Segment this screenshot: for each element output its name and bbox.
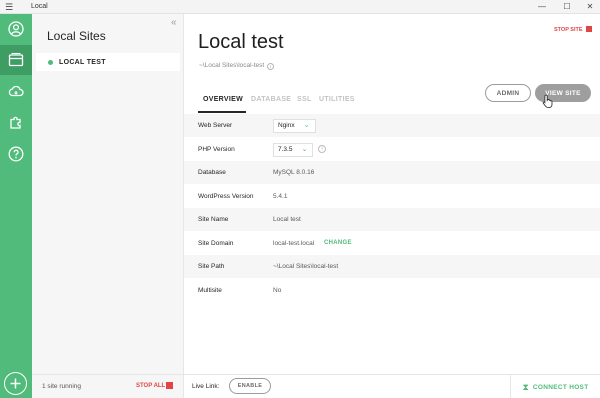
sites-panel: « Local Sites LOCAL TEST 1 site running … — [32, 14, 184, 398]
cloud-icon — [8, 85, 24, 97]
wordpress-version-value: 5.4.1 — [273, 192, 288, 200]
detail-row-site-domain: Site Domain local-test.local CHANGE — [184, 232, 600, 255]
site-path-text: ~\Local Sites\local-test — [199, 62, 265, 69]
web-server-label: Web Server — [198, 122, 233, 129]
site-path-label: Site Path — [198, 263, 225, 270]
collapse-sidebar-icon[interactable]: « — [171, 17, 177, 28]
close-button[interactable]: ✕ — [578, 0, 600, 14]
sites-button[interactable] — [0, 45, 32, 75]
add-site-button[interactable] — [4, 372, 27, 395]
php-version-value: 7.3.5 — [278, 145, 293, 153]
multisite-label: Multisite — [198, 286, 222, 294]
wordpress-version-label: WordPress Version — [198, 192, 254, 200]
change-domain-link[interactable]: CHANGE — [324, 240, 352, 246]
detail-row-php-version: PHP Version 7.3.5 ⌄ i — [184, 138, 600, 161]
site-path-subtitle: ~\Local Sites\local-test i — [199, 62, 275, 70]
connect-host-button[interactable]: ⧗ CONNECT HOST — [510, 375, 600, 398]
site-status-dot — [48, 59, 53, 65]
nav-rail — [0, 14, 32, 398]
web-server-select[interactable]: Nginx ⌄ — [273, 119, 316, 133]
hamburger-icon[interactable]: ☰ — [5, 1, 13, 13]
tab-overview[interactable]: OVERVIEW — [203, 96, 243, 103]
title-bar: ☰ Local — ☐ ✕ — [0, 0, 600, 14]
detail-row-site-name: Site Name Local test — [184, 208, 600, 232]
detail-row-web-server: Web Server Nginx ⌄ — [184, 114, 600, 138]
tab-utilities[interactable]: UTILITIES — [319, 96, 355, 103]
help-button[interactable] — [0, 139, 32, 169]
php-version-select[interactable]: 7.3.5 ⌄ — [273, 142, 314, 157]
chevron-down-icon: ⌄ — [301, 145, 308, 153]
site-domain-value: local-test.local — [273, 239, 315, 247]
user-icon — [8, 21, 24, 37]
sites-icon — [8, 52, 24, 67]
connect-host-label: CONNECT HOST — [532, 383, 589, 391]
site-title: Local test — [198, 31, 284, 53]
multisite-value: No — [273, 286, 282, 294]
stop-site-button[interactable]: STOP SITE — [554, 27, 583, 33]
help-icon — [8, 146, 24, 162]
tab-ssl[interactable]: SSL — [297, 96, 312, 103]
site-name-value: Local test — [273, 216, 301, 223]
database-value: MySQL 8.0.16 — [273, 169, 315, 176]
info-icon[interactable]: i — [267, 63, 275, 70]
pointer-cursor-icon — [542, 94, 553, 108]
plus-icon — [10, 378, 21, 389]
site-domain-label: Site Domain — [198, 239, 234, 247]
php-version-label: PHP Version — [198, 145, 235, 153]
active-tab-indicator — [198, 111, 246, 113]
info-icon[interactable]: i — [318, 144, 326, 153]
site-list-item-name: LOCAL TEST — [59, 58, 106, 66]
detail-row-wordpress-version: WordPress Version 5.4.1 — [184, 185, 600, 208]
detail-row-multisite: Multisite No — [184, 279, 600, 302]
cloud-button[interactable] — [0, 76, 32, 106]
site-details-table: Web Server Nginx ⌄ PHP Version 7.3.5 ⌄ i… — [184, 114, 600, 302]
stop-all-button[interactable]: STOP ALL — [136, 383, 165, 389]
web-server-value: Nginx — [278, 122, 295, 129]
running-count: 1 site running — [42, 383, 82, 390]
minimize-button[interactable]: — — [530, 0, 554, 14]
addons-icon — [10, 116, 21, 129]
tab-database[interactable]: DATABASE — [251, 96, 291, 103]
window-title: Local — [31, 3, 48, 10]
database-label: Database — [198, 169, 226, 176]
live-link-label: Live Link: — [192, 383, 220, 390]
addons-button[interactable] — [0, 107, 32, 137]
site-list-item[interactable]: LOCAL TEST — [36, 53, 180, 71]
stop-all-icon[interactable] — [166, 382, 173, 389]
sites-heading: Local Sites — [47, 29, 106, 43]
hourglass-icon: ⧗ — [522, 381, 529, 392]
admin-button[interactable]: ADMIN — [485, 84, 531, 102]
stop-site-icon[interactable] — [586, 26, 592, 32]
user-button[interactable] — [0, 14, 32, 44]
detail-row-site-path: Site Path ~\Local Sites\local-test — [184, 255, 600, 279]
chevron-down-icon: ⌄ — [303, 122, 310, 129]
detail-row-database: Database MySQL 8.0.16 — [184, 161, 600, 185]
sites-footer: 1 site running STOP ALL — [32, 374, 183, 398]
site-footer: Live Link: ENABLE ⧗ CONNECT HOST — [184, 374, 600, 398]
enable-live-link-button[interactable]: ENABLE — [229, 378, 271, 394]
maximize-button[interactable]: ☐ — [555, 0, 579, 14]
site-path-value: ~\Local Sites\local-test — [273, 263, 339, 270]
site-name-label: Site Name — [198, 216, 229, 223]
site-detail: STOP SITE Local test ~\Local Sites\local… — [184, 14, 600, 398]
